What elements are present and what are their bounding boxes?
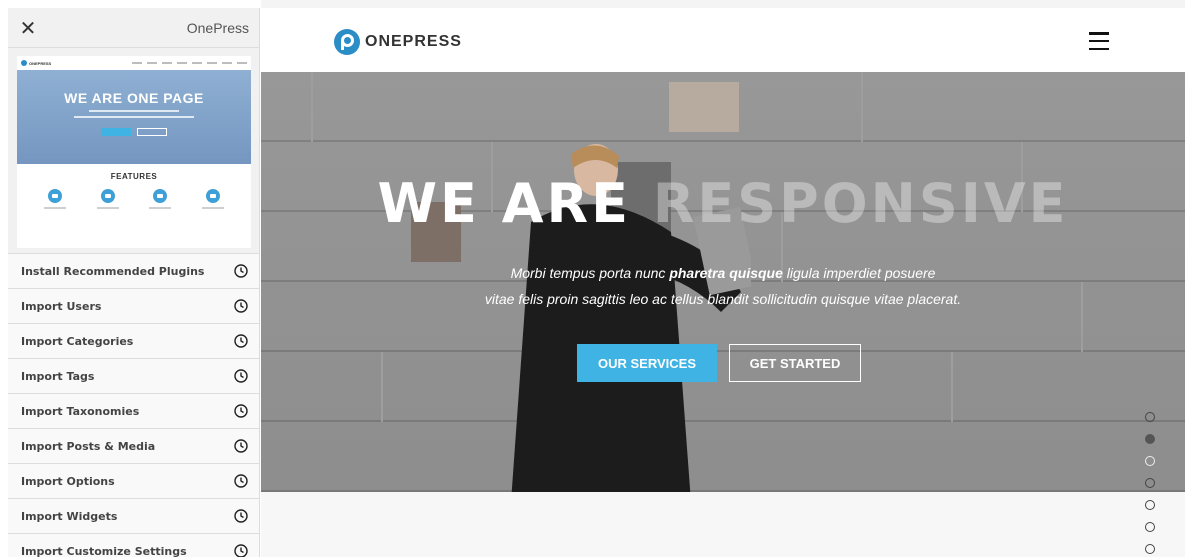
close-icon: ✕ — [19, 17, 37, 40]
site-preview: ONEPRESS WE ARE RESPONSIVE Morbi tempus … — [261, 0, 1185, 557]
hero-title-strong: WE ARE — [377, 172, 631, 235]
hero-subtitle-text: vitae felis proin sagittis leo ac tellus… — [484, 291, 962, 307]
hero-subtitle-bold: pharetra quisque — [669, 265, 783, 281]
import-step-label: Import Posts & Media — [21, 439, 156, 453]
preview-nav: ONEPRESS — [17, 56, 251, 70]
section-dot[interactable] — [1145, 456, 1155, 466]
wall-joint — [311, 72, 313, 142]
clock-icon — [234, 404, 248, 418]
import-step-label: Import Taxonomies — [21, 404, 140, 418]
preview-text-line — [74, 116, 194, 118]
import-step-label: Install Recommended Plugins — [21, 264, 205, 278]
preview-menu-item — [177, 62, 187, 64]
hero-section: WE ARE RESPONSIVE Morbi tempus porta nun… — [261, 72, 1185, 502]
section-dot[interactable] — [1145, 434, 1155, 444]
hero-buttons: OUR SERVICES GET STARTED — [577, 344, 861, 382]
preview-menu-item — [132, 62, 142, 64]
import-step-row[interactable]: Import Tags — [8, 358, 259, 393]
clock-icon — [234, 334, 248, 348]
section-navigation-dots — [1145, 412, 1155, 554]
preview-feature — [96, 189, 119, 209]
wall-joint — [951, 352, 953, 422]
clock-icon — [234, 509, 248, 523]
laptop-icon — [48, 189, 63, 203]
clock-icon — [234, 439, 248, 453]
preview-feature-icons — [17, 189, 251, 209]
section-dot[interactable] — [1145, 522, 1155, 532]
clock-icon — [234, 369, 248, 383]
preview-feature — [201, 189, 224, 209]
hamburger-menu-icon[interactable] — [1089, 32, 1109, 50]
next-section — [261, 492, 1185, 557]
import-step-row[interactable]: Import Taxonomies — [8, 393, 259, 428]
import-step-label: Import Tags — [21, 369, 95, 383]
clock-icon — [234, 544, 248, 557]
preview-logo-icon — [21, 60, 27, 66]
hero-title-faded: RESPONSIVE — [652, 172, 1069, 235]
import-step-row[interactable]: Import Categories — [8, 323, 259, 358]
clock-icon — [234, 299, 248, 313]
close-button[interactable]: ✕ — [8, 8, 48, 48]
onepress-logo-icon — [334, 29, 360, 55]
theme-preview-thumbnail: ONEPRESS WE ARE ONE PAGE FEATURES — [17, 56, 251, 248]
import-step-label: Import Customize Settings — [21, 544, 187, 557]
panel-header: ✕ OnePress — [8, 8, 259, 48]
preview-buttons — [17, 128, 251, 136]
section-dot[interactable] — [1145, 544, 1155, 554]
hero-subtitle-text: ligula imperdiet posuere — [782, 265, 936, 281]
wall-joint — [381, 352, 383, 422]
preview-feature — [149, 189, 172, 209]
import-step-row[interactable]: Import Customize Settings — [8, 533, 259, 557]
preview-features-title: FEATURES — [110, 172, 158, 181]
import-step-row[interactable]: Import Users — [8, 288, 259, 323]
import-step-row[interactable]: Import Widgets — [8, 498, 259, 533]
preview-menu-item — [162, 62, 172, 64]
preview-menu-item — [207, 62, 217, 64]
preview-feature — [44, 189, 67, 209]
import-steps-list: Install Recommended Plugins Import Users I… — [8, 253, 259, 557]
site-header: ONEPRESS — [261, 0, 1185, 72]
preview-button — [101, 128, 131, 136]
list-icon — [205, 189, 220, 203]
clock-icon — [234, 264, 248, 278]
import-step-label: Import Categories — [21, 334, 134, 348]
preview-hero: WE ARE ONE PAGE — [17, 70, 251, 164]
import-step-label: Import Users — [21, 299, 102, 313]
panel-title: OnePress — [186, 20, 249, 36]
preview-menu-item — [222, 62, 232, 64]
import-step-label: Import Widgets — [21, 509, 118, 523]
preview-menu-item — [237, 62, 247, 64]
section-dot[interactable] — [1145, 412, 1155, 422]
import-step-row[interactable]: Import Posts & Media — [8, 428, 259, 463]
cart-icon — [153, 189, 168, 203]
wall-photo — [669, 82, 739, 132]
hero-title: WE ARE RESPONSIVE — [261, 172, 1185, 235]
site-logo-text: ONEPRESS — [365, 33, 462, 50]
preview-button — [137, 128, 167, 136]
preview-menu-item — [147, 62, 157, 64]
hero-subtitle: Morbi tempus porta nunc pharetra quisque… — [261, 260, 1185, 312]
our-services-button[interactable]: OUR SERVICES — [577, 344, 717, 382]
import-step-row[interactable]: Import Options — [8, 463, 259, 498]
section-dot[interactable] — [1145, 500, 1155, 510]
clock-icon — [234, 474, 248, 488]
import-step-label: Import Options — [21, 474, 115, 488]
wall-joint — [861, 72, 863, 142]
preview-text-line — [89, 110, 179, 112]
preview-features: FEATURES — [17, 164, 251, 209]
preview-menu — [132, 62, 247, 64]
import-step-row[interactable]: Install Recommended Plugins — [8, 253, 259, 288]
hero-subtitle-text: Morbi tempus porta nunc — [510, 265, 670, 281]
section-dot[interactable] — [1145, 478, 1155, 488]
preview-menu-item — [192, 62, 202, 64]
site-logo[interactable]: ONEPRESS — [333, 28, 462, 56]
import-panel: ✕ OnePress ONEPRESS WE ARE ONE PAGE FEAT… — [8, 8, 260, 557]
get-started-button[interactable]: GET STARTED — [729, 344, 861, 382]
preview-hero-title: WE ARE ONE PAGE — [64, 90, 204, 106]
preview-logo-text: ONEPRESS — [29, 60, 52, 66]
image-icon — [100, 189, 115, 203]
preview-logo: ONEPRESS — [21, 60, 51, 66]
